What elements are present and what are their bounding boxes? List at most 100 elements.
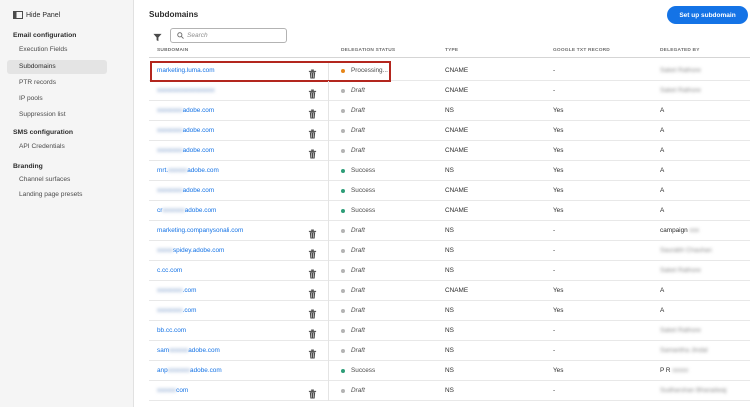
search-field[interactable] [170, 28, 287, 43]
delegated-by-text: A [660, 167, 665, 174]
subdomain-masked-text: xxxxxx [168, 167, 188, 174]
delegated-by-cell: A [660, 101, 664, 121]
google-txt-record-cell: - [553, 267, 556, 274]
sidebar-item-subdomains[interactable]: Subdomains [7, 60, 107, 74]
trash-icon[interactable] [308, 326, 317, 339]
delegated-by-cell: A [660, 181, 664, 201]
page-title: Subdomains [149, 10, 199, 19]
subdomain-suffix: .com [182, 287, 197, 294]
subdomain-link[interactable]: c.cc.com [157, 261, 182, 281]
google-txt-record-cell: Yes [553, 367, 564, 374]
table-row[interactable]: xxxxxxxx.com Draft NS Yes A [149, 301, 750, 321]
table-row[interactable]: xxxxxxcom Draft NS - Sudharshan Bharadwaj [149, 381, 750, 401]
search-input[interactable] [187, 32, 279, 39]
type-cell: CNAME [445, 187, 469, 194]
table-row[interactable]: xxxxxspidey.adobe.com Draft NS - Saurabh Cha… [149, 241, 750, 261]
type-cell: NS [445, 267, 454, 274]
table-row[interactable]: bb.cc.com Draft NS - Saket Rathore [149, 321, 750, 341]
trash-icon[interactable] [308, 126, 317, 139]
hide-panel-label: Hide Panel [26, 11, 61, 19]
column-header-delegated-by[interactable]: DELEGATED BY [660, 48, 700, 53]
table-row[interactable]: xxxxxxxxadobe.com Draft NS Yes A [149, 101, 750, 121]
table-row[interactable]: samxxxxxxadobe.com Draft NS - Samantha Jinda… [149, 341, 750, 361]
column-header-google-txt-record[interactable]: GOOGLE TXT RECORD [553, 48, 610, 53]
subdomain-link[interactable]: xxxxxxxxadobe.com [157, 141, 214, 161]
subdomain-masked-text: xxxxxx [169, 347, 189, 354]
sidebar-item-suppression-list[interactable]: Suppression list [7, 108, 107, 122]
sidebar-item-ptr-records[interactable]: PTR records [7, 76, 107, 90]
subdomain-link[interactable]: xxxxxxcom [157, 381, 188, 401]
subdomain-link[interactable]: xxxxxxxxadobe.com [157, 121, 214, 141]
table-row[interactable]: anpxxxxxxxadobe.com Success NS Yes P R xxxxx [149, 361, 750, 381]
table-row[interactable]: marketing.companysonali.com Draft NS - campa… [149, 221, 750, 241]
trash-icon[interactable] [308, 106, 317, 119]
delegated-by-cell: Samantha Jindal [660, 341, 708, 361]
trash-icon[interactable] [308, 66, 317, 79]
subdomain-link[interactable]: xxxxxxxxxxxxxxxxxx [157, 81, 215, 101]
subdomain-link[interactable]: crxxxxxxxadobe.com [157, 201, 216, 221]
trash-icon[interactable] [308, 226, 317, 239]
trash-icon[interactable] [308, 146, 317, 159]
type-cell: NS [445, 167, 454, 174]
delegated-by-cell: A [660, 301, 664, 321]
table-row[interactable]: c.cc.com Draft NS - Saket Rathore [149, 261, 750, 281]
type-cell: CNAME [445, 287, 469, 294]
filter-button[interactable] [151, 31, 163, 43]
delegation-status: Draft [341, 121, 365, 141]
sidebar-item-api-credentials[interactable]: API Credentials [7, 140, 107, 154]
table-row[interactable]: xxxxxxxxadobe.com Draft CNAME Yes A [149, 141, 750, 161]
trash-icon[interactable] [308, 386, 317, 399]
sidebar-item-channel-surfaces[interactable]: Channel surfaces [7, 173, 107, 187]
subdomain-masked-text: xxxxxxxxxxxxxxxxxx [157, 87, 215, 94]
delegation-status: Draft [341, 301, 365, 321]
status-label: Processing... [351, 67, 388, 74]
trash-icon[interactable] [308, 86, 317, 99]
table-row[interactable]: marketing.luma.com Processing... CNAME - Sak… [149, 61, 750, 82]
subdomain-link[interactable]: xxxxxxxxadobe.com [157, 101, 214, 121]
delegation-status: Draft [341, 321, 365, 341]
subdomain-link[interactable]: xxxxxxxxadobe.com [157, 181, 214, 201]
table-row[interactable]: xxxxxxxxadobe.com Draft CNAME Yes A [149, 121, 750, 141]
sidebar-item-ip-pools[interactable]: IP pools [7, 92, 107, 106]
google-txt-record-cell: Yes [553, 187, 564, 194]
column-header-subdomain[interactable]: SUBDOMAIN [157, 48, 188, 53]
subdomain-link[interactable]: anpxxxxxxxadobe.com [157, 361, 222, 381]
sidebar-item-landing-page-presets[interactable]: Landing page presets [7, 188, 107, 202]
trash-icon[interactable] [308, 286, 317, 299]
table-row[interactable]: crxxxxxxxadobe.com Success CNAME Yes A [149, 201, 750, 221]
google-txt-record-cell: - [553, 87, 556, 94]
left-panel: Hide Panel Email configuration Execution … [0, 0, 134, 407]
table-row[interactable]: xxxxxxxxadobe.com Success CNAME Yes A [149, 181, 750, 201]
delegation-status: Draft [341, 241, 365, 261]
sidebar-section-title: Branding [13, 163, 43, 170]
trash-icon[interactable] [308, 246, 317, 259]
column-header-type[interactable]: TYPE [445, 48, 458, 53]
hide-panel-button[interactable]: Hide Panel [13, 9, 60, 21]
subdomain-text: anp [157, 367, 168, 374]
subdomain-masked-text: xxxxxxxx [157, 287, 183, 294]
subdomain-link[interactable]: marketing.luma.com [157, 61, 215, 81]
delegated-by-masked: Sudharshan Bharadwaj [660, 387, 727, 394]
table-row[interactable]: xxxxxxxxxxxxxxxxxx Draft CNAME - Saket Ratho… [149, 81, 750, 101]
trash-icon[interactable] [308, 306, 317, 319]
subdomain-link[interactable]: xxxxxxxx.com [157, 301, 196, 321]
trash-icon[interactable] [308, 266, 317, 279]
subdomain-link[interactable]: samxxxxxxadobe.com [157, 341, 220, 361]
delegation-status: Draft [341, 221, 365, 241]
subdomain-link[interactable]: xxxxxspidey.adobe.com [157, 241, 224, 261]
status-label: Draft [351, 387, 365, 394]
status-dot-icon [341, 169, 345, 173]
subdomain-link[interactable]: marketing.companysonali.com [157, 221, 243, 241]
table-row[interactable]: xxxxxxxx.com Draft CNAME Yes A [149, 281, 750, 301]
subdomain-link[interactable]: mrt.xxxxxxadobe.com [157, 161, 219, 181]
subdomain-link[interactable]: xxxxxxxx.com [157, 281, 196, 301]
subdomain-link[interactable]: bb.cc.com [157, 321, 186, 341]
column-header-delegation-status[interactable]: DELEGATION STATUS [341, 48, 395, 53]
table-row[interactable]: mrt.xxxxxxadobe.com Success NS Yes A [149, 161, 750, 181]
set-up-subdomain-button[interactable]: Set up subdomain [667, 6, 748, 24]
delegated-by-text: A [660, 127, 665, 134]
delegated-by-masked: xxx [689, 227, 700, 234]
sidebar-item-execution-fields[interactable]: Execution Fields [7, 43, 107, 57]
type-cell: NS [445, 307, 454, 314]
trash-icon[interactable] [308, 346, 317, 359]
